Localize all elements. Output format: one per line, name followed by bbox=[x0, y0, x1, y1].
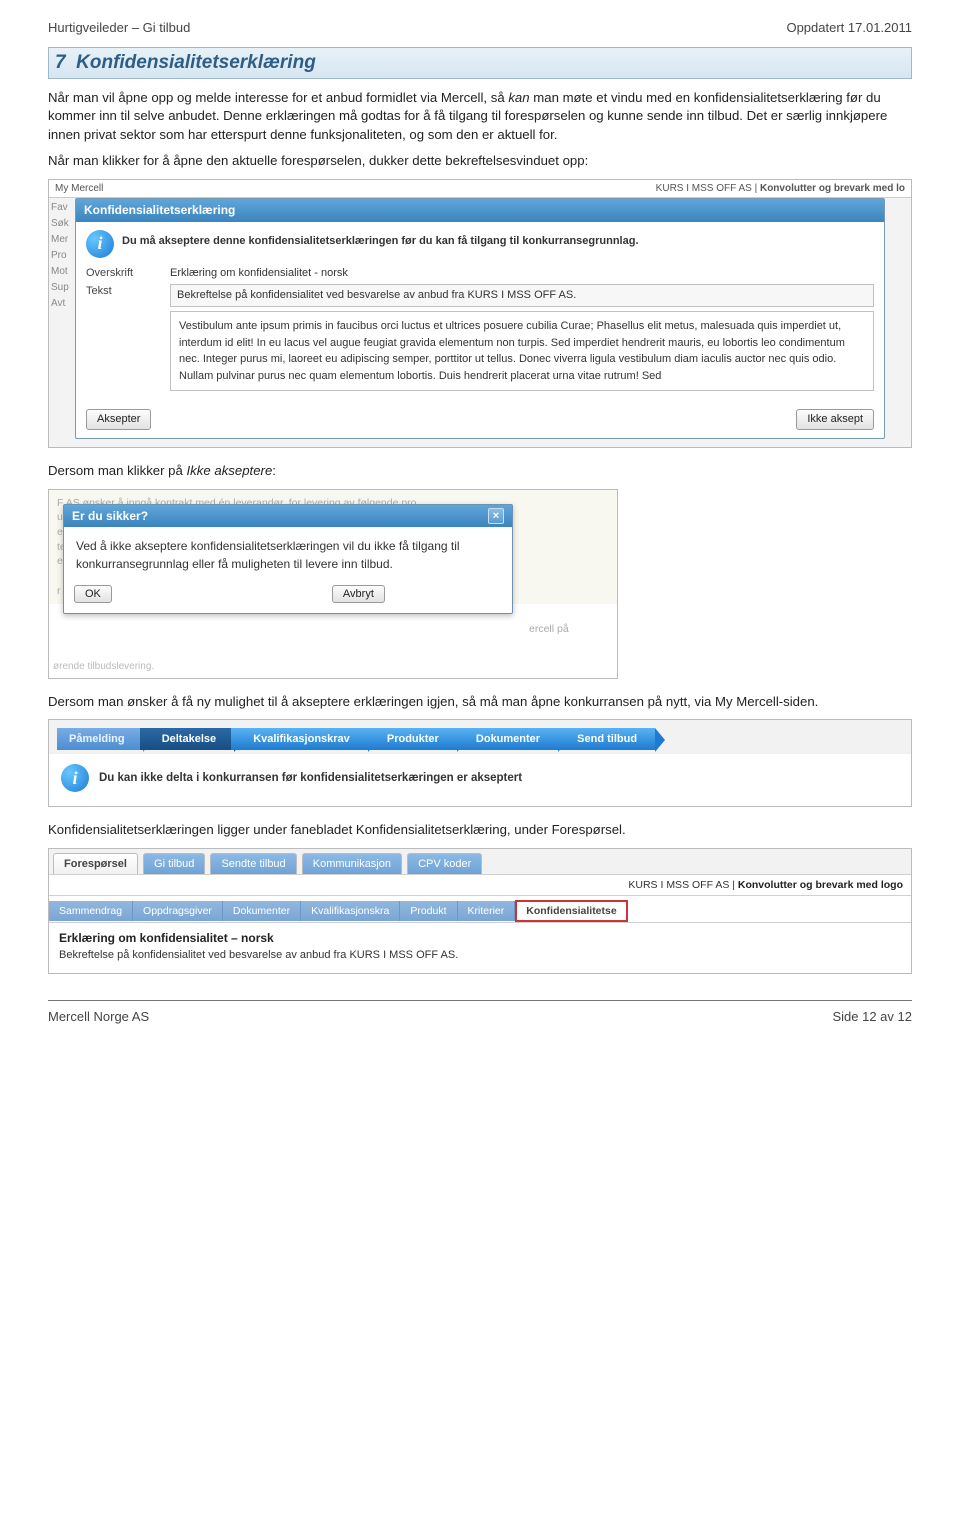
tab2-produkt[interactable]: Produkt bbox=[400, 901, 457, 921]
chevron-deltakelse[interactable]: Deltakelse bbox=[140, 728, 234, 750]
header-left: Hurtigveileder – Gi tilbud bbox=[48, 20, 190, 35]
sure-body: Ved å ikke akseptere konfidensialitetser… bbox=[64, 527, 512, 581]
p1-kan: kan bbox=[508, 90, 529, 105]
conf-top-right-b: Konvolutter og brevark med lo bbox=[760, 183, 905, 194]
side-stub: Sup bbox=[51, 280, 69, 296]
tab-row-2: SammendragOppdragsgiverDokumenterKvalifi… bbox=[49, 896, 911, 923]
sure-dialog: Er du sikker? × Ved å ikke akseptere kon… bbox=[63, 504, 513, 614]
screenshot-confidentiality-modal: My Mercell KURS I MSS OFF AS | Konvolutt… bbox=[48, 179, 912, 448]
conf-info-text: Du må akseptere denne konfidensialitetse… bbox=[122, 230, 639, 249]
nav-warning-text: Du kan ikke delta i konkurransen før kon… bbox=[99, 772, 522, 784]
nav-warning-row: i Du kan ikke delta i konkurransen før k… bbox=[49, 754, 911, 806]
conf-modal: Konfidensialitetserklæring i Du må aksep… bbox=[75, 198, 885, 439]
side-stub: Søk bbox=[51, 216, 69, 232]
conf-value-overskrift: Erklæring om konfidensialitet - norsk bbox=[170, 266, 874, 281]
tab-row-1: Forespørsel Gi tilbud Sendte tilbud Komm… bbox=[49, 849, 911, 875]
side-stub: Pro bbox=[51, 248, 69, 264]
tab2-sammendrag[interactable]: Sammendrag bbox=[49, 901, 133, 921]
sure-bg-right: ercell på bbox=[529, 622, 569, 637]
tab-title-a: KURS I MSS OFF AS | bbox=[628, 879, 738, 891]
chevron-nav: Påmelding Deltakelse Kvalifikasjonskrav … bbox=[49, 720, 911, 754]
footer-left: Mercell Norge AS bbox=[48, 1009, 149, 1024]
tab2-konfidensialitet[interactable]: Konfidensialitetse bbox=[517, 902, 625, 920]
paragraph-3: Dersom man klikker på Ikke akseptere: bbox=[48, 462, 912, 480]
conf-side-stubs: Fav Søk Mer Pro Mot Sup Avt bbox=[51, 200, 69, 312]
conf-label-tekst: Tekst bbox=[86, 284, 156, 299]
section-title: Konfidensialitetserklæring bbox=[76, 52, 316, 73]
section-heading: 7 Konfidensialitetserklæring bbox=[48, 47, 912, 79]
tab2-dokumenter[interactable]: Dokumenter bbox=[223, 901, 301, 921]
tab-content: Erklæring om konfidensialitet – norsk Be… bbox=[49, 923, 911, 973]
tab2-konfidensialitet-highlight: Konfidensialitetse bbox=[515, 900, 627, 922]
chevron-dokumenter[interactable]: Dokumenter bbox=[454, 728, 558, 750]
cancel-button[interactable]: Avbryt bbox=[332, 585, 385, 603]
info-icon: i bbox=[86, 230, 114, 258]
p3-em: Ikke akseptere bbox=[187, 463, 273, 478]
paragraph-4: Dersom man ønsker å få ny mulighet til å… bbox=[48, 693, 912, 711]
conf-top-right: KURS I MSS OFF AS | Konvolutter og breva… bbox=[656, 182, 905, 196]
footer-right: Side 12 av 12 bbox=[832, 1009, 912, 1024]
tab-content-header: Erklæring om konfidensialitet – norsk bbox=[59, 931, 901, 945]
p1-a: Når man vil åpne opp og melde interesse … bbox=[48, 90, 508, 105]
page-footer: Mercell Norge AS Side 12 av 12 bbox=[48, 1000, 912, 1024]
conf-label-overskrift: Overskrift bbox=[86, 266, 156, 281]
side-stub: Fav bbox=[51, 200, 69, 216]
sure-title: Er du sikker? bbox=[72, 509, 148, 523]
tab-title-bar: KURS I MSS OFF AS | Konvolutter og breva… bbox=[49, 875, 911, 896]
paragraph-5: Konfidensialitetserklæringen ligger unde… bbox=[48, 821, 912, 839]
tab-kommunikasjon[interactable]: Kommunikasjon bbox=[302, 853, 402, 874]
tab-cpv-koder[interactable]: CPV koder bbox=[407, 853, 482, 874]
conf-modal-title: Konfidensialitetserklæring bbox=[76, 199, 884, 221]
conf-top-right-a: KURS I MSS OFF AS | bbox=[656, 183, 760, 194]
side-stub: Avt bbox=[51, 296, 69, 312]
accept-button[interactable]: Aksepter bbox=[86, 409, 151, 430]
ok-button[interactable]: OK bbox=[74, 585, 112, 603]
screenshot-nav-warning: Påmelding Deltakelse Kvalifikasjonskrav … bbox=[48, 719, 912, 807]
chevron-kvalkrav[interactable]: Kvalifikasjonskrav bbox=[231, 728, 368, 750]
paragraph-2: Når man klikker for å åpne den aktuelle … bbox=[48, 152, 912, 170]
chevron-produkter[interactable]: Produkter bbox=[365, 728, 457, 750]
tab-gi-tilbud[interactable]: Gi tilbud bbox=[143, 853, 205, 874]
close-icon[interactable]: × bbox=[488, 508, 504, 524]
page-header: Hurtigveileder – Gi tilbud Oppdatert 17.… bbox=[48, 20, 912, 35]
section-number: 7 bbox=[55, 52, 66, 73]
chevron-paamelding[interactable]: Påmelding bbox=[57, 728, 143, 750]
p3-b: : bbox=[272, 463, 276, 478]
conf-tekst-box: Vestibulum ante ipsum primis in faucibus… bbox=[170, 311, 874, 391]
conf-topstrip: My Mercell KURS I MSS OFF AS | Konvolutt… bbox=[49, 180, 911, 199]
reject-button[interactable]: Ikke aksept bbox=[796, 409, 874, 430]
chevron-send-tilbud[interactable]: Send tilbud bbox=[555, 728, 655, 750]
tab-forespoersel[interactable]: Forespørsel bbox=[53, 853, 138, 874]
tab2-oppdragsgiver[interactable]: Oppdragsgiver bbox=[133, 901, 223, 921]
side-stub: Mot bbox=[51, 264, 69, 280]
tab2-kvalkrav[interactable]: Kvalifikasjonskra bbox=[301, 901, 400, 921]
p3-a: Dersom man klikker på bbox=[48, 463, 187, 478]
conf-top-left: My Mercell bbox=[55, 182, 103, 196]
tab2-kriterier[interactable]: Kriterier bbox=[458, 901, 516, 921]
conf-info-row: i Du må akseptere denne konfidensialitet… bbox=[86, 230, 874, 258]
side-stub: Mer bbox=[51, 232, 69, 248]
screenshot-are-you-sure: F AS ønsker å inngå kontrakt med én leve… bbox=[48, 489, 618, 679]
sure-bg-bottom: ørende tilbudslevering. bbox=[53, 660, 154, 674]
tab-title-b: Konvolutter og brevark med logo bbox=[738, 879, 903, 891]
screenshot-tabs: Forespørsel Gi tilbud Sendte tilbud Komm… bbox=[48, 848, 912, 974]
info-icon: i bbox=[61, 764, 89, 792]
conf-tekst-field: Bekreftelse på konfidensialitet ved besv… bbox=[170, 284, 874, 307]
tab-sendte-tilbud[interactable]: Sendte tilbud bbox=[210, 853, 296, 874]
paragraph-1: Når man vil åpne opp og melde interesse … bbox=[48, 89, 912, 144]
sure-title-bar: Er du sikker? × bbox=[64, 505, 512, 527]
tab-content-sub: Bekreftelse på konfidensialitet ved besv… bbox=[59, 949, 901, 961]
header-right: Oppdatert 17.01.2011 bbox=[786, 20, 912, 35]
